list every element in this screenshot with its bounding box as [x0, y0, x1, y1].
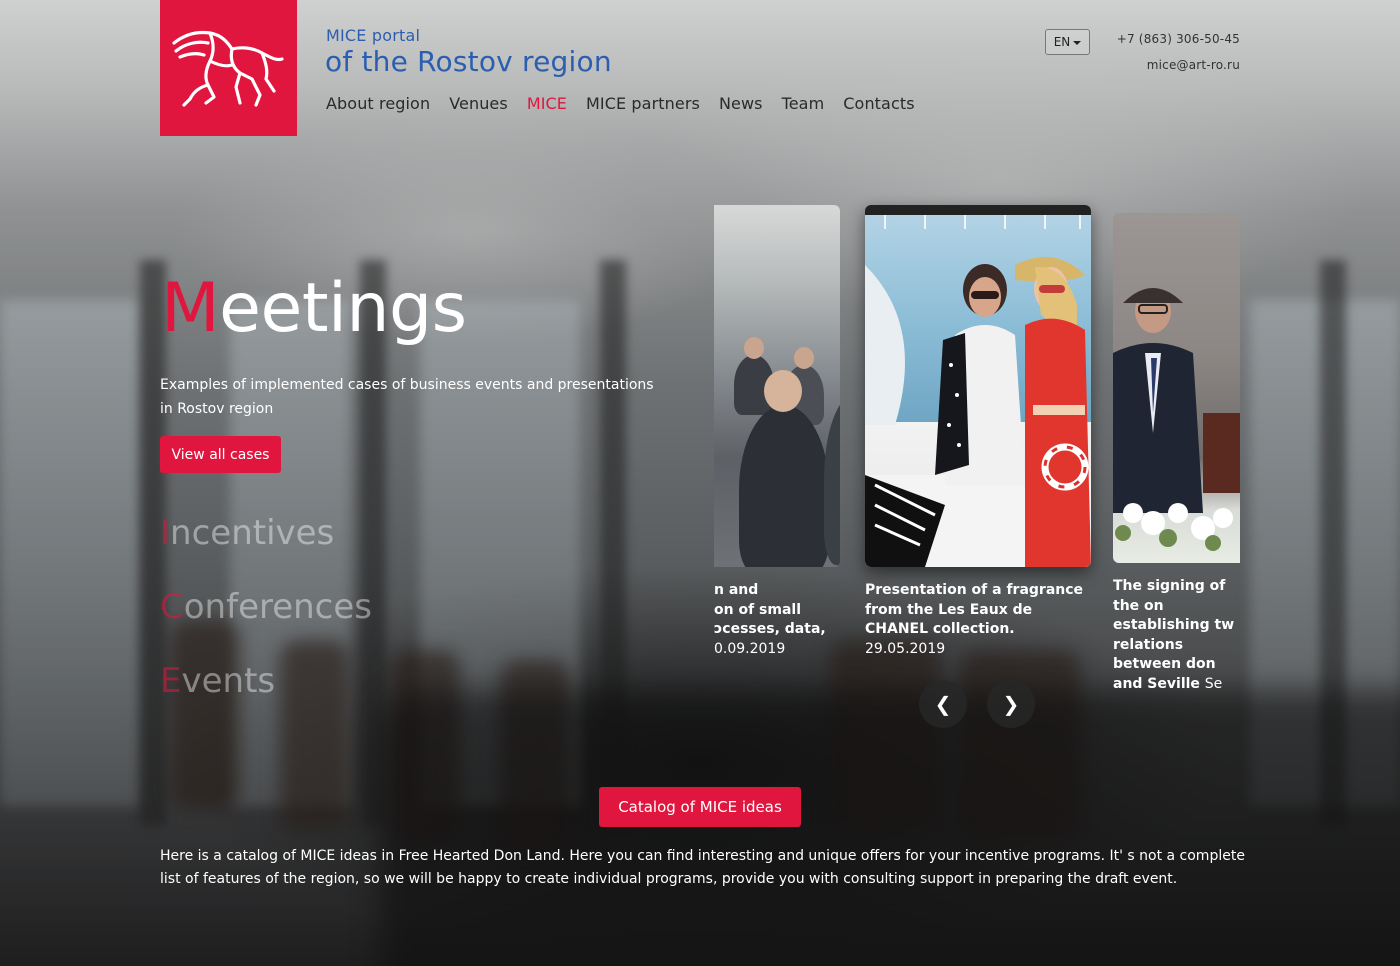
- catalog-description: Here is a catalog of MICE ideas in Free …: [160, 848, 1245, 887]
- nav-item-mice[interactable]: MICE: [527, 94, 567, 113]
- nav-item-venues[interactable]: Venues: [449, 94, 508, 113]
- case-date: 29.05.2019: [865, 640, 946, 657]
- category-conferences[interactable]: Conferences: [160, 587, 372, 627]
- logo[interactable]: [160, 0, 297, 136]
- category-rest: vents: [181, 661, 276, 701]
- category-initial: I: [160, 513, 171, 553]
- case-photo-chanel: [865, 205, 1091, 567]
- nav-item-mice-partners[interactable]: MICE partners: [586, 94, 700, 113]
- view-all-cases-button[interactable]: View all cases: [160, 436, 281, 473]
- case-caption-text: Presentation of a fragrance from the Les…: [865, 582, 1084, 637]
- case-card[interactable]: Presentation of a fragrance from the Les…: [865, 205, 1091, 659]
- hero-title-rest: eetings: [219, 269, 467, 348]
- category-initial: E: [160, 661, 182, 701]
- case-caption-text: The signing of the on establishing tw re…: [1113, 578, 1235, 692]
- case-caption-text: n and on of small ɔcesses, data,: [714, 582, 826, 637]
- email-link[interactable]: mice@art-ro.ru: [1147, 58, 1240, 72]
- cases-carousel: n and on of small ɔcesses, data, 0.09.20…: [714, 195, 1240, 695]
- category-rest: onferences: [183, 587, 373, 627]
- main-nav: About region Venues MICE MICE partners N…: [326, 94, 915, 113]
- category-rest: ncentives: [170, 513, 335, 553]
- language-selector[interactable]: EN: [1045, 29, 1090, 55]
- case-caption: n and on of small ɔcesses, data, 0.09.20…: [714, 581, 840, 659]
- category-initial: C: [160, 587, 184, 627]
- catalog-button[interactable]: Catalog of MICE ideas: [599, 787, 801, 827]
- category-events[interactable]: Events: [160, 661, 275, 701]
- hero-description: Examples of implemented cases of busines…: [160, 377, 654, 417]
- nav-item-news[interactable]: News: [719, 94, 763, 113]
- carousel-prev-button[interactable]: ❮: [919, 680, 967, 728]
- case-date: 0.09.2019: [714, 640, 786, 657]
- hero-title-initial: M: [161, 269, 220, 348]
- carousel-next-button[interactable]: ❯: [987, 680, 1035, 728]
- hero-title: Meetings: [161, 264, 467, 354]
- case-caption: Presentation of a fragrance from the Les…: [865, 581, 1091, 659]
- horse-icon: [171, 30, 284, 107]
- brand-subtitle: MICE portal: [326, 26, 421, 45]
- chevron-down-icon: [1073, 40, 1082, 45]
- chevron-left-icon: ❮: [934, 692, 952, 716]
- phone-number[interactable]: +7 (863) 306-50-45: [1117, 32, 1240, 46]
- nav-item-about-region[interactable]: About region: [326, 94, 430, 113]
- nav-item-contacts[interactable]: Contacts: [843, 94, 914, 113]
- case-caption: The signing of the on establishing tw re…: [1113, 577, 1240, 695]
- case-card[interactable]: n and on of small ɔcesses, data, 0.09.20…: [714, 205, 840, 659]
- case-card[interactable]: The signing of the on establishing tw re…: [1113, 213, 1240, 695]
- chevron-right-icon: ❯: [1002, 692, 1020, 716]
- language-label: EN: [1053, 35, 1071, 49]
- case-photo-meeting: [714, 205, 840, 567]
- nav-item-team[interactable]: Team: [782, 94, 825, 113]
- brand-title[interactable]: of the Rostov region: [325, 45, 612, 78]
- case-photo-signing: [1113, 213, 1240, 563]
- category-incentives[interactable]: Incentives: [160, 513, 334, 553]
